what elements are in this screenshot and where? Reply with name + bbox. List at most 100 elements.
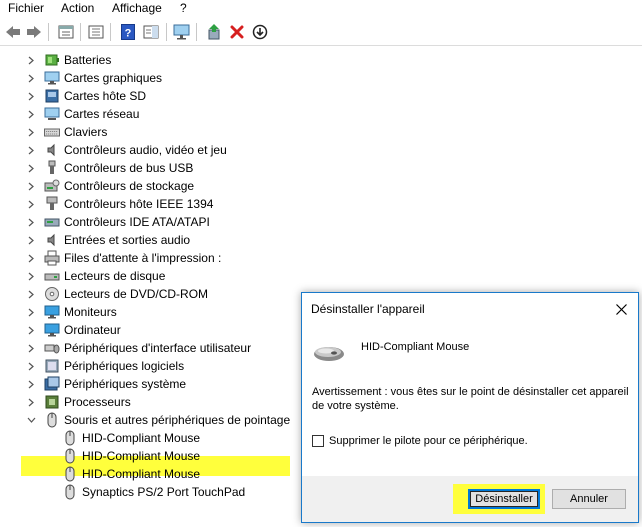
menu-affichage[interactable]: Affichage [112, 1, 162, 15]
svg-text:?: ? [125, 28, 132, 40]
chevron-right-icon[interactable] [24, 267, 38, 285]
computer-icon [44, 322, 60, 338]
chevron-right-icon[interactable] [24, 159, 38, 177]
tree-device-row[interactable]: Synaptics PS/2 Port TouchPad [62, 483, 245, 501]
tree-category-row[interactable]: Périphériques d'interface utilisateur [24, 339, 251, 357]
chevron-right-icon[interactable] [24, 87, 38, 105]
menu-action[interactable]: Action [61, 1, 94, 15]
keyboard-icon [44, 124, 60, 140]
chevron-right-icon[interactable] [24, 177, 38, 195]
toolbar: ? [0, 19, 642, 46]
dvd-icon [44, 286, 60, 302]
mouse-icon [62, 430, 78, 446]
delete-driver-checkbox[interactable] [312, 435, 324, 447]
action-pane-icon[interactable] [141, 22, 161, 42]
battery-icon [44, 52, 60, 68]
tree-category-row[interactable]: Cartes hôte SD [24, 87, 146, 105]
device-name: HID-Compliant Mouse [361, 341, 470, 353]
tree-device-label: HID-Compliant Mouse [82, 449, 201, 463]
tree-category-row[interactable]: Contrôleurs IDE ATA/ATAPI [24, 213, 210, 231]
chevron-right-icon[interactable] [24, 123, 38, 141]
tree-device-row[interactable]: HID-Compliant Mouse [62, 447, 200, 465]
tree-category-label: Contrôleurs hôte IEEE 1394 [64, 197, 214, 211]
tree-category-row[interactable]: Moniteurs [24, 303, 117, 321]
tree-device-row[interactable]: HID-Compliant Mouse [62, 429, 200, 447]
hid-icon [44, 340, 60, 356]
console-tree-icon[interactable] [86, 22, 106, 42]
tree-category-row[interactable]: Processeurs [24, 393, 131, 411]
tree-category-row[interactable]: Contrôleurs de stockage [24, 177, 194, 195]
update-driver-icon[interactable] [204, 22, 224, 42]
chevron-down-icon[interactable] [24, 411, 38, 429]
tree-device-row[interactable]: HID-Compliant Mouse [62, 465, 200, 483]
sd-host-icon [44, 88, 60, 104]
uninstall-button[interactable]: Désinstaller [468, 489, 540, 509]
tree-category-row[interactable]: Périphériques système [24, 375, 186, 393]
mouse-device-icon [312, 343, 346, 363]
toolbar-separator [196, 23, 197, 41]
chevron-right-icon[interactable] [24, 321, 38, 339]
ieee1394-icon [44, 196, 60, 212]
tree-category-row[interactable]: Souris et autres périphériques de pointa… [24, 411, 290, 429]
tree-category-row[interactable]: Contrôleurs hôte IEEE 1394 [24, 195, 213, 213]
chevron-right-icon[interactable] [24, 393, 38, 411]
cancel-button[interactable]: Annuler [552, 489, 626, 509]
system-device-icon [44, 376, 60, 392]
tree-category-row[interactable]: Claviers [24, 123, 107, 141]
monitor-scan-icon[interactable] [172, 22, 192, 42]
menu-bar: Fichier Action Affichage ? [0, 0, 642, 17]
chevron-right-icon[interactable] [24, 249, 38, 267]
back-arrow-icon[interactable] [3, 22, 23, 42]
chevron-right-icon[interactable] [24, 213, 38, 231]
tree-category-label: Processeurs [64, 395, 131, 409]
tree-category-label: Cartes hôte SD [64, 89, 147, 103]
chevron-right-icon[interactable] [24, 303, 38, 321]
chevron-right-icon[interactable] [24, 195, 38, 213]
tree-category-row[interactable]: Contrôleurs audio, vidéo et jeu [24, 141, 227, 159]
tree-category-label: Moniteurs [64, 305, 117, 319]
chevron-right-icon[interactable] [24, 51, 38, 69]
tree-category-row[interactable]: Lecteurs de DVD/CD-ROM [24, 285, 208, 303]
software-device-icon [44, 358, 60, 374]
chevron-right-icon[interactable] [24, 69, 38, 87]
tree-category-label: Périphériques logiciels [64, 359, 185, 373]
chevron-right-icon[interactable] [24, 375, 38, 393]
tree-category-label: Contrôleurs audio, vidéo et jeu [64, 143, 227, 157]
tree-category-row[interactable]: Entrées et sorties audio [24, 231, 190, 249]
menu-help[interactable]: ? [180, 1, 187, 15]
chevron-right-icon[interactable] [24, 357, 38, 375]
processor-icon [44, 394, 60, 410]
forward-arrow-icon[interactable] [24, 22, 44, 42]
chevron-right-icon[interactable] [24, 141, 38, 159]
tree-category-row[interactable]: Lecteurs de disque [24, 267, 165, 285]
chevron-right-icon[interactable] [24, 339, 38, 357]
tree-category-row[interactable]: Cartes graphiques [24, 69, 162, 87]
tree-category-label: Cartes réseau [64, 107, 140, 121]
tree-category-label: Contrôleurs de stockage [64, 179, 195, 193]
tree-category-row[interactable]: Contrôleurs de bus USB [24, 159, 193, 177]
ide-icon [44, 214, 60, 230]
disk-drive-icon [44, 268, 60, 284]
mouse-icon [62, 484, 78, 500]
uninstall-x-icon[interactable] [227, 22, 247, 42]
menu-fichier[interactable]: Fichier [8, 1, 44, 15]
tree-category-label: Périphériques d'interface utilisateur [64, 341, 252, 355]
tree-category-row[interactable]: Files d'attente à l'impression : [24, 249, 221, 267]
tree-category-row[interactable]: Batteries [24, 51, 111, 69]
toolbar-separator [110, 23, 111, 41]
download-circle-icon[interactable] [250, 22, 270, 42]
tree-category-row[interactable]: Cartes réseau [24, 105, 139, 123]
chevron-right-icon[interactable] [24, 285, 38, 303]
tree-device-label: Synaptics PS/2 Port TouchPad [82, 485, 246, 499]
tree-category-row[interactable]: Ordinateur [24, 321, 121, 339]
properties-icon[interactable] [56, 22, 76, 42]
tree-category-label: Lecteurs de disque [64, 269, 166, 283]
chevron-right-icon[interactable] [24, 231, 38, 249]
chevron-right-icon[interactable] [24, 105, 38, 123]
tree-category-label: Souris et autres périphériques de pointa… [64, 413, 291, 427]
close-icon[interactable] [610, 299, 632, 319]
toolbar-separator [80, 23, 81, 41]
delete-driver-checkbox-label[interactable]: Supprimer le pilote pour ce périphérique… [329, 435, 528, 448]
help-icon[interactable]: ? [118, 22, 138, 42]
tree-category-row[interactable]: Périphériques logiciels [24, 357, 184, 375]
